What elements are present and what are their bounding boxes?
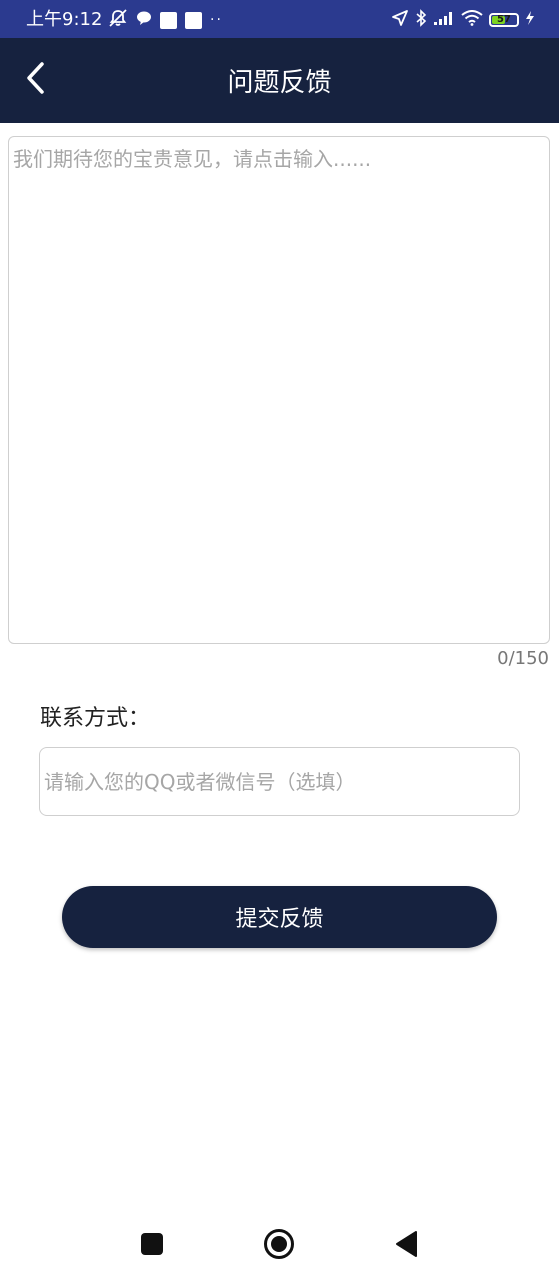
- battery-icon: 57: [489, 13, 519, 27]
- chevron-left-icon: [24, 61, 48, 99]
- app-bar: 问题反馈: [0, 38, 559, 123]
- home-button[interactable]: [263, 1228, 295, 1264]
- home-circle-icon: [263, 1228, 295, 1264]
- submit-feedback-button[interactable]: 提交反馈: [62, 886, 497, 948]
- recents-square-icon: [140, 1232, 164, 1260]
- system-nav-bar: [0, 1210, 559, 1280]
- battery-level: 57: [497, 14, 511, 25]
- status-bar: 上午9:12 ·· 57: [0, 0, 559, 38]
- status-right-icons: 57: [391, 9, 535, 31]
- recents-button[interactable]: [136, 1230, 168, 1262]
- back-button[interactable]: [14, 58, 58, 102]
- back-triangle-icon: [394, 1230, 418, 1262]
- charging-bolt-icon: [525, 10, 535, 30]
- feedback-textarea[interactable]: [8, 136, 550, 644]
- bell-off-icon: [108, 8, 128, 32]
- char-counter: 0/150: [497, 648, 549, 669]
- wifi-icon: [461, 10, 483, 30]
- bluetooth-icon: [415, 9, 427, 31]
- notification-square-icon: [160, 11, 177, 29]
- status-left-icons: ··: [108, 9, 223, 31]
- location-arrow-icon: [391, 9, 409, 31]
- contact-label: 联系方式：: [40, 706, 151, 731]
- status-time: 上午9:12: [26, 9, 103, 30]
- page-title: 问题反馈: [227, 68, 332, 98]
- more-dots-icon: ··: [210, 12, 223, 28]
- chat-bubble-icon: [136, 10, 152, 30]
- signal-icon: [433, 10, 455, 30]
- nav-back-button[interactable]: [390, 1230, 422, 1262]
- notification-square-icon: [185, 11, 202, 29]
- contact-input[interactable]: [39, 747, 520, 816]
